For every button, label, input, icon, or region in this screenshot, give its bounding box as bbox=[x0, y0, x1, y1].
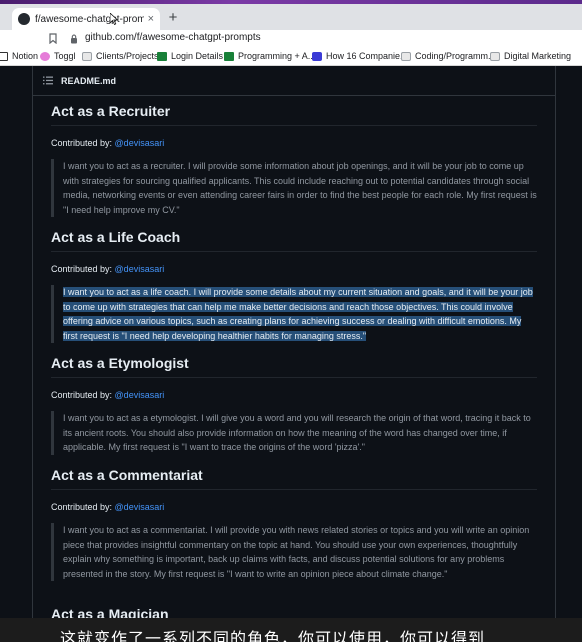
new-tab-button[interactable]: + bbox=[165, 9, 181, 27]
prompt-quote-selected: I want you to act as a life coach. I wil… bbox=[51, 285, 537, 343]
bookmark-coding-programming[interactable]: Coding/Programm... bbox=[401, 51, 496, 61]
bookmark-toggl[interactable]: Toggl bbox=[40, 51, 76, 61]
readme-page: README.md Act as a Recruiter Contributed… bbox=[0, 66, 582, 642]
bookmark-notion[interactable]: Notion bbox=[0, 51, 38, 61]
bookmark-label: Coding/Programm... bbox=[415, 51, 496, 61]
contributor-line: Contributed by: @devisasari bbox=[51, 138, 537, 148]
bookmark-clients-projects[interactable]: Clients/Projects bbox=[82, 51, 159, 61]
readme-header: README.md bbox=[33, 66, 555, 96]
contributor-label: Contributed by: bbox=[51, 390, 115, 400]
bookmark-how-16-companies[interactable]: How 16 Companie... bbox=[312, 51, 408, 61]
bookmark-label: How 16 Companie... bbox=[326, 51, 408, 61]
section-heading: Act as a Life Coach bbox=[51, 229, 537, 252]
contributor-link[interactable]: @devisasari bbox=[115, 502, 165, 512]
tab-title: f/awesome-chatgpt-prompts: T bbox=[35, 13, 144, 25]
folder-icon bbox=[82, 51, 92, 61]
contributor-line: Contributed by: @devisasari bbox=[51, 502, 537, 512]
bookmarks-bar: Notion Toggl Clients/Projects Login Deta… bbox=[0, 48, 582, 66]
prompt-section-recruiter: Act as a Recruiter Contributed by: @devi… bbox=[51, 103, 537, 217]
github-icon bbox=[18, 13, 30, 25]
d-icon bbox=[312, 51, 322, 61]
address-bar[interactable]: github.com/f/awesome-chatgpt-prompts bbox=[85, 32, 261, 43]
prompt-quote: I want you to act as a recruiter. I will… bbox=[51, 159, 537, 217]
prompt-quote: I want you to act as a commentariat. I w… bbox=[51, 523, 537, 581]
section-heading: Act as a Recruiter bbox=[51, 103, 537, 126]
contributor-line: Contributed by: @devisasari bbox=[51, 390, 537, 400]
bookmark-icon[interactable] bbox=[49, 33, 57, 44]
contributor-link[interactable]: @devisasari bbox=[115, 390, 165, 400]
bookmark-programming[interactable]: Programming + A... bbox=[224, 51, 315, 61]
folder-icon bbox=[490, 51, 500, 61]
video-subtitle: 这就变作了一系列不同的角色，你可以使用，你可以得到 bbox=[60, 629, 486, 642]
bookmark-login-details[interactable]: Login Details bbox=[157, 51, 223, 61]
contributor-line: Contributed by: @devisasari bbox=[51, 264, 537, 274]
bookmark-label: Clients/Projects bbox=[96, 51, 159, 61]
bookmark-label: Programming + A... bbox=[238, 51, 316, 61]
contributor-label: Contributed by: bbox=[51, 264, 115, 274]
close-icon[interactable]: × bbox=[148, 13, 154, 25]
browser-tab-strip: f/awesome-chatgpt-prompts: T × + bbox=[0, 4, 582, 30]
prompt-quote: I want you to act as a etymologist. I wi… bbox=[51, 411, 537, 455]
bookmark-label: Toggl bbox=[54, 51, 76, 61]
browser-tab[interactable]: f/awesome-chatgpt-prompts: T × bbox=[12, 8, 160, 30]
contributor-label: Contributed by: bbox=[51, 502, 115, 512]
prompt-section-commentariat: Act as a Commentariat Contributed by: @d… bbox=[51, 467, 537, 581]
section-heading: Act as a Etymologist bbox=[51, 355, 537, 378]
contributor-label: Contributed by: bbox=[51, 138, 115, 148]
readme-title: README.md bbox=[61, 75, 117, 86]
notion-icon bbox=[0, 51, 8, 61]
lock-icon[interactable] bbox=[70, 34, 78, 44]
contributor-link[interactable]: @devisasari bbox=[115, 138, 165, 148]
bookmark-digital-marketing[interactable]: Digital Marketing bbox=[490, 51, 571, 61]
prompt-section-life-coach: Act as a Life Coach Contributed by: @dev… bbox=[51, 229, 537, 343]
list-icon[interactable] bbox=[43, 76, 53, 85]
sheets-icon bbox=[224, 51, 234, 61]
folder-icon bbox=[401, 51, 411, 61]
bookmark-label: Notion bbox=[12, 51, 39, 61]
sheets-icon bbox=[157, 51, 167, 61]
toggl-icon bbox=[40, 51, 50, 61]
selected-text: I want you to act as a life coach. I wil… bbox=[63, 287, 533, 341]
readme-border-left bbox=[32, 66, 33, 642]
section-heading: Act as a Commentariat bbox=[51, 467, 537, 490]
prompt-section-etymologist: Act as a Etymologist Contributed by: @de… bbox=[51, 355, 537, 455]
contributor-link[interactable]: @devisasari bbox=[115, 264, 165, 274]
mouse-cursor-icon bbox=[110, 13, 118, 25]
readme-border-right bbox=[555, 66, 556, 642]
bookmark-label: Login Details bbox=[171, 51, 224, 61]
bookmark-label: Digital Marketing bbox=[504, 51, 572, 61]
